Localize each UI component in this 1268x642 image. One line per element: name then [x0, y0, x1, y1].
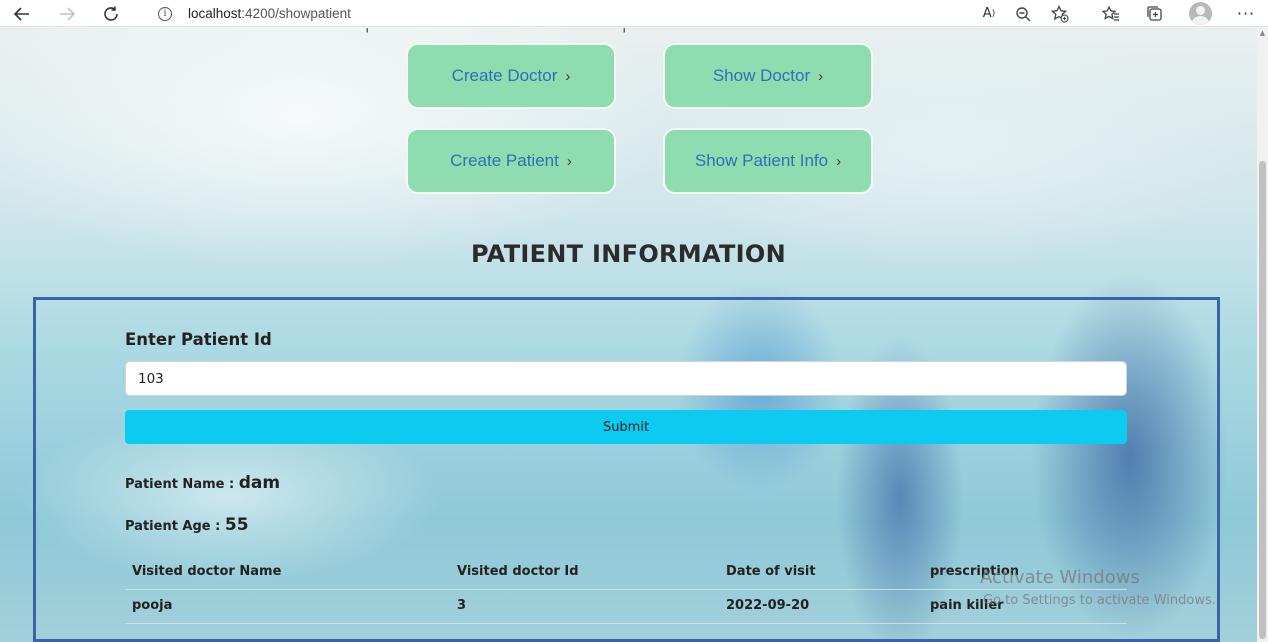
more-icon[interactable]: ··· [1231, 0, 1261, 27]
activate-windows-title: Activate Windows [980, 567, 1140, 588]
patient-age-label: Patient Age : [125, 519, 225, 534]
forward-arrow-icon[interactable] [52, 0, 82, 27]
info-icon[interactable]: i [158, 6, 172, 21]
create-doctor-label: Create Doctor [451, 66, 558, 85]
chevron-right-icon: › [836, 152, 842, 170]
table-header-row: Visited doctor Name Visited doctor Id Da… [125, 555, 1127, 590]
table-row: pooja 3 2022-09-20 pain killer [125, 589, 1127, 624]
add-favorite-icon[interactable] [1045, 0, 1075, 27]
collections-icon[interactable] [1140, 0, 1170, 27]
address-bar[interactable]: i localhost:4200/showpatient [140, 0, 1080, 27]
scrollbar-thumb[interactable] [1259, 161, 1266, 639]
patient-age-value: 55 [224, 515, 249, 535]
table-header-cell: Date of visit [726, 564, 816, 579]
zoom-out-icon[interactable] [1008, 0, 1038, 27]
page-title: PATIENT INFORMATION [471, 240, 786, 268]
show-doctor-button[interactable]: Show Doctor › [663, 43, 873, 109]
create-patient-label: Create Patient [450, 151, 559, 170]
table-cell: pooja [132, 598, 173, 613]
patient-name-row: Patient Name : dam [125, 473, 280, 493]
activate-windows-subtitle: Go to Settings to activate Windows. [983, 593, 1216, 608]
page-content: ˌ ˌ Create Doctor › Show Doctor › Create… [0, 27, 1257, 642]
create-patient-button[interactable]: Create Patient › [406, 128, 616, 194]
show-patient-info-label: Show Patient Info [694, 151, 829, 170]
profile-icon[interactable] [1189, 2, 1212, 25]
show-patient-info-button[interactable]: Show Patient Info › [663, 128, 873, 194]
url-text: localhost:4200/showpatient [188, 6, 351, 21]
show-doctor-label: Show Doctor [712, 66, 811, 85]
vertical-scrollbar[interactable]: ▲ [1257, 27, 1268, 642]
table-header-cell: Visited doctor Name [132, 564, 282, 579]
read-aloud-icon[interactable]: A) [974, 0, 1004, 27]
chevron-right-icon: › [565, 67, 571, 85]
browser-toolbar: i localhost:4200/showpatient A) ··· [0, 0, 1268, 27]
patient-name-label: Patient Name : [125, 477, 239, 492]
table-cell: 3 [457, 598, 467, 613]
favorites-icon[interactable] [1096, 0, 1126, 27]
table-header-cell: Visited doctor Id [457, 564, 579, 579]
submit-button[interactable]: Submit [125, 410, 1127, 444]
chevron-right-icon: › [818, 67, 824, 85]
scroll-up-icon[interactable]: ▲ [1258, 29, 1267, 39]
back-arrow-icon[interactable] [7, 0, 37, 27]
patient-name-value: dam [238, 473, 281, 493]
table-cell: 2022-09-20 [726, 598, 810, 613]
patient-age-row: Patient Age : 55 [125, 515, 249, 535]
refresh-icon[interactable] [96, 0, 126, 27]
cropped-heading-fragment: ˌ [622, 27, 626, 34]
create-doctor-button[interactable]: Create Doctor › [406, 43, 616, 109]
chevron-right-icon: › [566, 152, 572, 170]
patient-id-label: Enter Patient Id [125, 330, 272, 349]
cropped-heading-fragment: ˌ [365, 27, 369, 34]
patient-id-input[interactable] [125, 361, 1127, 396]
